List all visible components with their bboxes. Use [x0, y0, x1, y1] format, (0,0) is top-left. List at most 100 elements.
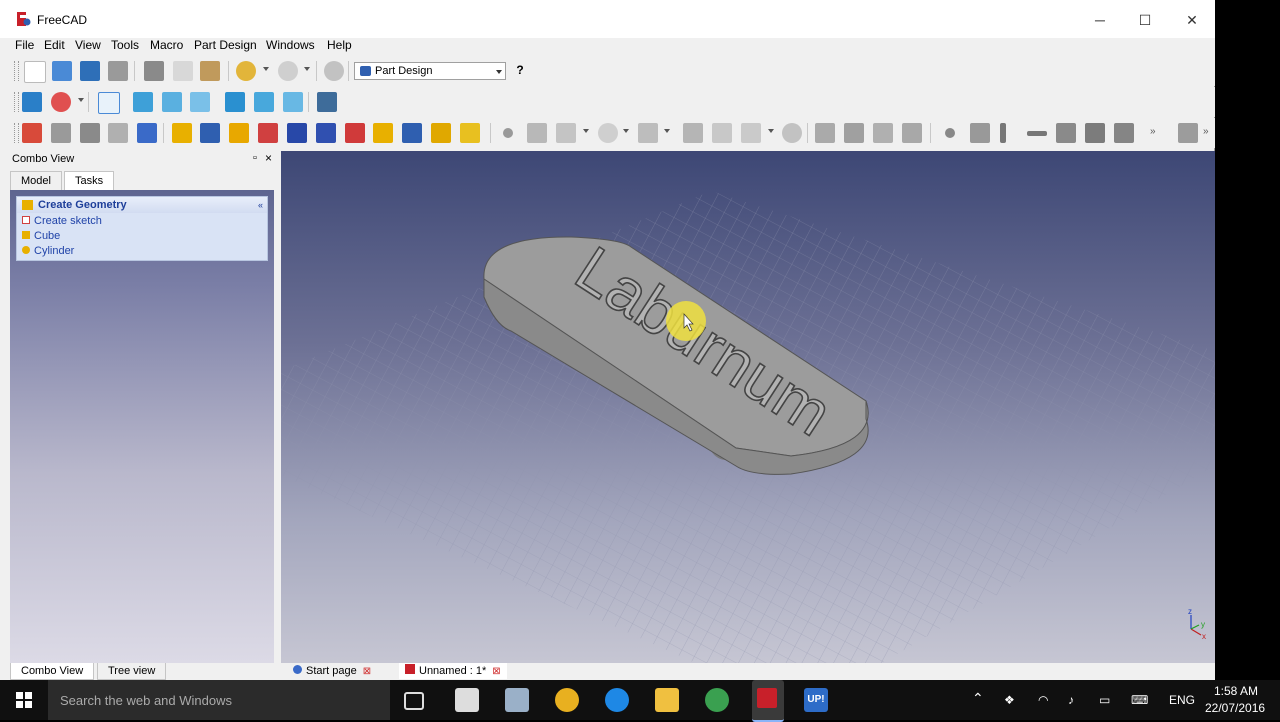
menu-view[interactable]: View — [75, 38, 101, 52]
edit-sketch-icon[interactable] — [51, 123, 71, 143]
print-icon[interactable] — [108, 61, 128, 81]
vertical-constraint-icon[interactable] — [1000, 123, 1006, 143]
fillet-sketch-icon[interactable] — [815, 123, 835, 143]
create-geometry-header[interactable]: Create Geometry « — [17, 197, 267, 213]
tangent-constraint-icon[interactable] — [1114, 123, 1134, 143]
search-box[interactable]: Search the web and Windows — [48, 680, 390, 720]
line-icon[interactable] — [527, 123, 547, 143]
task-view-icon[interactable] — [404, 692, 424, 710]
toolbar-grip[interactable] — [14, 61, 19, 81]
conic-icon[interactable] — [638, 123, 658, 143]
select-icon[interactable] — [1178, 123, 1198, 143]
app-icon[interactable] — [505, 688, 529, 712]
menu-file[interactable]: File — [15, 38, 34, 52]
menu-part-design[interactable]: Part Design — [194, 38, 257, 52]
workbench-selector[interactable]: Part Design — [354, 62, 506, 80]
dropbox-icon[interactable]: ❖ — [1004, 693, 1015, 707]
task-item-cube[interactable]: Cube — [22, 230, 60, 242]
whats-this-icon[interactable]: ? — [512, 63, 528, 79]
minimize-button[interactable]: ─ — [1077, 6, 1123, 34]
store-icon[interactable] — [455, 688, 479, 712]
front-view-icon[interactable] — [133, 92, 153, 112]
perpendicular-constraint-icon[interactable] — [1085, 123, 1105, 143]
point-icon[interactable] — [503, 128, 513, 138]
clock-time[interactable]: 1:58 AM — [1214, 684, 1258, 698]
maximize-button[interactable]: ☐ — [1122, 6, 1168, 34]
new-document-icon[interactable] — [24, 61, 46, 83]
chrome-user-icon[interactable] — [705, 688, 729, 712]
menu-help[interactable]: Help — [327, 38, 352, 52]
volume-icon[interactable]: ♪ — [1068, 693, 1074, 707]
toolbar-grip[interactable] — [14, 92, 19, 112]
show-hidden-icons-icon[interactable]: ⌃ — [972, 690, 984, 707]
view-sketch-icon[interactable] — [108, 123, 128, 143]
copy-icon[interactable] — [173, 61, 193, 81]
polygon-icon[interactable] — [741, 123, 761, 143]
task-item-cylinder[interactable]: Cylinder — [22, 245, 74, 257]
keyboard-icon[interactable]: ⌨ — [1131, 693, 1148, 707]
polar-pattern-icon[interactable] — [431, 123, 451, 143]
windows-start-icon[interactable] — [16, 692, 32, 708]
circle-icon[interactable] — [598, 123, 618, 143]
map-sketch-icon[interactable] — [137, 123, 157, 143]
clock-date[interactable]: 22/07/2016 — [1205, 701, 1265, 715]
tab-start-page[interactable]: Start page ⊠ — [287, 663, 377, 679]
slot-icon[interactable] — [782, 123, 802, 143]
point-on-object-icon[interactable] — [970, 123, 990, 143]
tab-model[interactable]: Model — [10, 171, 62, 191]
mirrored-icon[interactable] — [373, 123, 393, 143]
fit-all-icon[interactable] — [22, 92, 42, 112]
revolution-icon[interactable] — [229, 123, 249, 143]
trim-icon[interactable] — [844, 123, 864, 143]
parallel-constraint-icon[interactable] — [1056, 123, 1076, 143]
coincident-constraint-icon[interactable] — [945, 128, 955, 138]
close-window-button[interactable]: ✕ — [1169, 6, 1215, 34]
pad-icon[interactable] — [172, 123, 192, 143]
open-folder-icon[interactable] — [52, 61, 72, 81]
menu-windows[interactable]: Windows — [266, 38, 315, 52]
close-panel-button[interactable]: × — [265, 151, 272, 165]
menu-macro[interactable]: Macro — [150, 38, 183, 52]
create-sketch-icon[interactable] — [22, 123, 42, 143]
tab-tasks[interactable]: Tasks — [64, 171, 115, 191]
rear-view-icon[interactable] — [225, 92, 245, 112]
construction-mode-icon[interactable] — [902, 123, 922, 143]
toolbar-grip[interactable] — [14, 123, 19, 143]
draw-style-icon[interactable] — [51, 92, 71, 112]
leave-sketch-icon[interactable] — [80, 123, 100, 143]
polyline-icon[interactable] — [683, 123, 703, 143]
close-tab-icon[interactable]: ⊠ — [492, 666, 500, 677]
linear-pattern-icon[interactable] — [402, 123, 422, 143]
collapse-icon[interactable]: « — [258, 200, 263, 210]
horizontal-constraint-icon[interactable] — [1027, 131, 1047, 136]
toolbar-overflow-icon[interactable]: » — [1203, 126, 1213, 140]
refresh-icon[interactable] — [324, 61, 344, 81]
cut-icon[interactable] — [144, 61, 164, 81]
pocket-icon[interactable] — [200, 123, 220, 143]
undo-icon[interactable] — [236, 61, 256, 81]
draft-icon[interactable] — [345, 123, 365, 143]
menu-edit[interactable]: Edit — [44, 38, 65, 52]
toolbar-overflow-icon[interactable]: » — [1150, 126, 1160, 140]
tab-combo-view[interactable]: Combo View — [10, 663, 95, 680]
bottom-view-icon[interactable] — [254, 92, 274, 112]
fillet-icon[interactable] — [287, 123, 307, 143]
3d-viewport[interactable]: Laburnum z x y — [281, 151, 1215, 663]
chrome-icon[interactable] — [555, 688, 579, 712]
tab-tree-view[interactable]: Tree view — [97, 663, 167, 680]
action-center-icon[interactable]: ▭ — [1099, 693, 1110, 707]
arc-icon[interactable] — [556, 123, 576, 143]
file-explorer-icon[interactable] — [655, 688, 679, 712]
close-tab-icon[interactable]: ⊠ — [363, 666, 371, 677]
freecad-taskbar-button[interactable] — [752, 680, 784, 722]
language-indicator[interactable]: ENG — [1169, 693, 1195, 707]
measure-distance-icon[interactable] — [317, 92, 337, 112]
chamfer-icon[interactable] — [316, 123, 336, 143]
left-view-icon[interactable] — [283, 92, 303, 112]
paste-icon[interactable] — [200, 61, 220, 81]
isometric-view-icon[interactable] — [98, 92, 120, 114]
task-item-create-sketch[interactable]: Create sketch — [22, 215, 102, 227]
edge-icon[interactable] — [605, 688, 629, 712]
save-icon[interactable] — [80, 61, 100, 81]
external-geometry-icon[interactable] — [873, 123, 893, 143]
